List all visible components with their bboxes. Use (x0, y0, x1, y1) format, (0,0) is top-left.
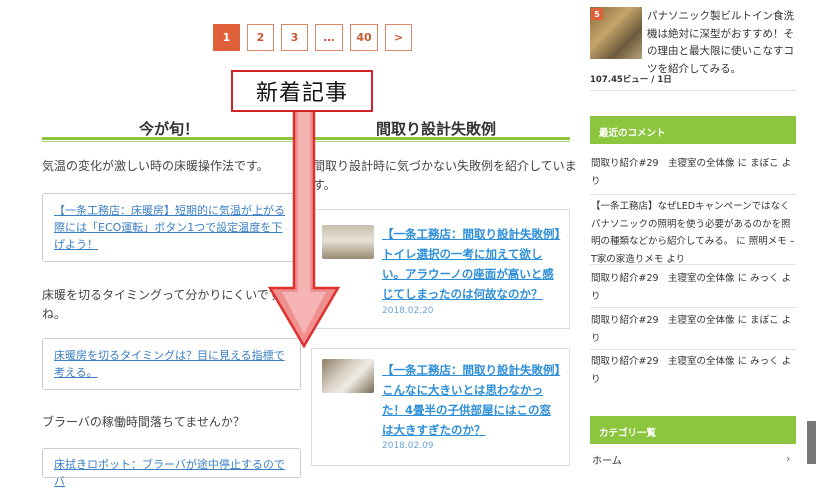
left-intro-text: 気温の変化が激しい時の床暖操作法です。 (42, 159, 269, 173)
page-ellipsis: … (315, 24, 343, 51)
left-link-2[interactable]: 床暖房を切るタイミングは？目に見える指標で考える。 (54, 349, 285, 379)
article-date: 2018.02.20 (382, 306, 434, 316)
divider (590, 307, 796, 308)
article-thumbnail[interactable] (322, 225, 374, 259)
right-title-underline-thin (311, 141, 570, 142)
left-text-2-line-2: ね。 (42, 307, 67, 321)
page-1-button[interactable]: 1 (213, 24, 240, 51)
divider (590, 349, 796, 350)
page-scrollbar[interactable] (807, 421, 816, 464)
page-2-button[interactable]: 2 (247, 24, 274, 51)
left-link-box-3[interactable]: 床拭きロボット：ブラーバが途中停止するのでバ (42, 448, 301, 488)
left-title-underline (42, 137, 301, 140)
article-title-link[interactable]: 【一条工務店：間取り設計失敗例】こんなに大きいとは思わなかった！4畳半の子供部屋… (382, 360, 562, 440)
recent-comments-header: 最近のコメント (590, 116, 796, 144)
comment-item[interactable]: 【一条工務店】なぜLEDキャンペーンではなくパナソニックの照明を使う必要があるの… (591, 198, 797, 268)
left-link-box-1[interactable]: 【一条工務店：床暖房】短期的に気温が上がる際には「ECO運転」ボタン1つで設定温… (42, 193, 301, 262)
categories-header: カテゴリ一覧 (590, 416, 796, 444)
right-intro-line-1: 間取り設計時に気づかない失敗例を紹介していま (313, 159, 577, 173)
left-link-1[interactable]: 【一条工務店：床暖房】短期的に気温が上がる際には「ECO運転」ボタン1つで設定温… (54, 204, 285, 251)
right-column-title: 間取り設計失敗例 (376, 120, 497, 138)
article-thumbnail[interactable] (322, 359, 374, 393)
popular-post-views: 107.45ビュー / 1日 (590, 75, 672, 85)
article-card-1[interactable]: 【一条工務店：間取り設計失敗例】トイレ選択の一考に加えて欲しい。アラウーノの座面… (311, 209, 570, 329)
right-intro-line-2: す。 (313, 178, 336, 192)
left-title-underline-thin (42, 141, 301, 142)
article-title-link[interactable]: 【一条工務店：間取り設計失敗例】トイレ選択の一考に加えて欲しい。アラウーノの座面… (382, 224, 562, 304)
rank-badge: 5 (591, 8, 603, 20)
left-text-3: ブラーバの稼働時間落ちてませんか？ (42, 415, 245, 429)
divider (590, 194, 796, 195)
divider (590, 90, 796, 91)
left-link-box-2[interactable]: 床暖房を切るタイミングは？目に見える指標で考える。 (42, 338, 301, 390)
left-link-3[interactable]: 床拭きロボット：ブラーバが途中停止するのでバ (54, 458, 285, 488)
comment-item[interactable]: 間取り紹介#29 主寝室の全体像 に みっく より (591, 353, 797, 388)
right-title-underline (311, 137, 570, 140)
page-40-button[interactable]: 40 (350, 24, 378, 51)
left-column-title: 今が旬！ (139, 120, 200, 138)
article-date: 2018.02.09 (382, 441, 434, 451)
left-text-2-line-1: 床暖を切るタイミングって分かりにくいですよ (42, 288, 293, 302)
divider (590, 264, 796, 265)
category-home[interactable]: ホーム (592, 452, 622, 467)
page-3-button[interactable]: 3 (281, 24, 308, 51)
comment-item[interactable]: 間取り紹介#29 主寝室の全体像 に みっく より (591, 270, 797, 305)
new-articles-callout: 新着記事 (231, 70, 373, 112)
chevron-right-icon: › (786, 452, 791, 465)
comment-item[interactable]: 間取り紹介#29 主寝室の全体像 に まぼこ より (591, 312, 797, 347)
comment-item[interactable]: 間取り紹介#29 主寝室の全体像 に まぼこ より (591, 155, 797, 190)
next-page-button[interactable]: > (385, 24, 412, 51)
article-card-2[interactable]: 【一条工務店：間取り設計失敗例】こんなに大きいとは思わなかった！4畳半の子供部屋… (311, 348, 570, 466)
pagination: 1 2 3 … 40 > (213, 24, 412, 51)
popular-post-title[interactable]: パナソニック製ビルトイン食洗機は絶対に深型がおすすめ！その理由と最大限に使いこな… (647, 8, 797, 78)
